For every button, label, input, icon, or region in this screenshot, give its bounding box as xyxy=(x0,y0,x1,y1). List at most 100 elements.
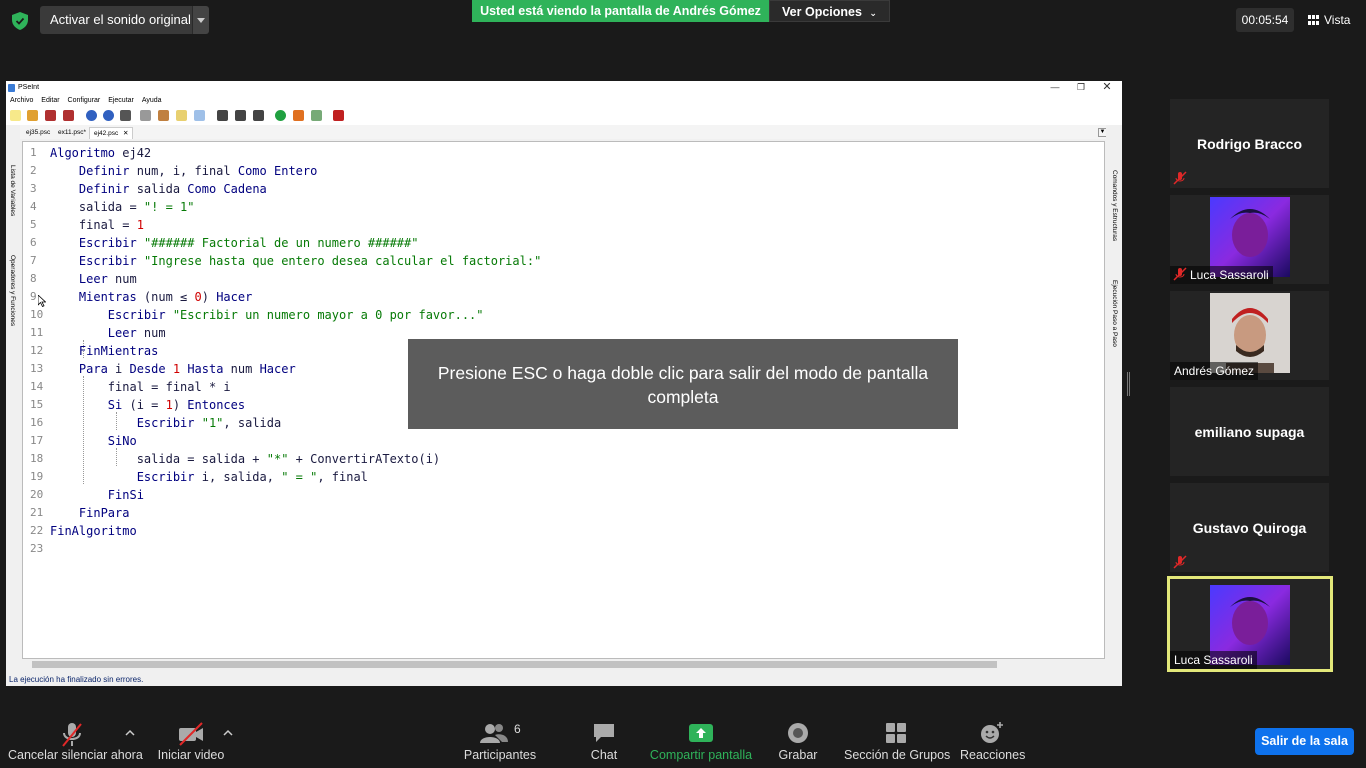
code-line[interactable]: 20 FinSi xyxy=(23,486,1104,504)
help-icon[interactable] xyxy=(333,110,344,121)
mouse-cursor-icon xyxy=(38,295,46,307)
line-number: 1 xyxy=(30,146,37,159)
participant-video xyxy=(1210,197,1290,277)
code-line[interactable]: 2 Definir num, i, final Como Entero xyxy=(23,162,1104,180)
menu-configurar[interactable]: Configurar xyxy=(68,95,101,107)
muted-mic-icon xyxy=(1173,267,1187,281)
line-number: 7 xyxy=(30,254,37,267)
horizontal-scrollbar[interactable] xyxy=(22,659,1105,670)
variables-panel-toggle[interactable]: Lista de Variables xyxy=(9,165,16,216)
replace-icon[interactable] xyxy=(253,110,264,121)
participant-label: Andrés Gómez xyxy=(1170,362,1259,380)
chevron-up-icon[interactable] xyxy=(125,729,135,737)
code-line[interactable]: 21 FinPara xyxy=(23,504,1104,522)
code-line[interactable]: 19 Escribir i, salida, " = ", final xyxy=(23,468,1104,486)
view-button[interactable]: Vista xyxy=(1308,8,1358,32)
menu-archivo[interactable]: Archivo xyxy=(10,95,33,107)
close-tab-icon[interactable]: ✕ xyxy=(123,130,128,137)
search-icon[interactable] xyxy=(194,110,205,121)
flowchart-icon[interactable] xyxy=(311,110,322,121)
operators-panel-toggle[interactable]: Operadores y Funciones xyxy=(9,255,16,326)
record-icon xyxy=(788,723,808,743)
code-text: FinAlgoritmo xyxy=(50,524,137,538)
chevron-up-icon[interactable] xyxy=(223,729,233,737)
undo-icon[interactable] xyxy=(86,110,97,121)
code-line[interactable]: 8 Leer num xyxy=(23,270,1104,288)
run-icon[interactable] xyxy=(275,110,286,121)
original-sound-dropdown[interactable] xyxy=(192,6,209,34)
code-line[interactable]: 22 FinAlgoritmo xyxy=(23,522,1104,540)
active-speaker-tile[interactable]: Luca Sassaroli xyxy=(1167,576,1333,672)
indent-icon[interactable] xyxy=(176,110,187,121)
menu-ejecutar[interactable]: Ejecutar xyxy=(108,95,134,107)
tab-ej42-label: ej42.psc xyxy=(94,130,119,137)
unmute-label: Cancelar silenciar ahora xyxy=(8,748,143,762)
step-icon[interactable] xyxy=(293,110,304,121)
participant-tile[interactable]: Andrés Gómez xyxy=(1170,291,1329,380)
participant-tile[interactable]: emiliano supaga xyxy=(1170,387,1329,476)
unmute-button[interactable]: Cancelar silenciar ahora xyxy=(8,718,143,768)
menu-editar[interactable]: Editar xyxy=(41,95,59,107)
copy-icon[interactable] xyxy=(140,110,151,121)
participants-label: Participantes xyxy=(463,748,537,762)
commands-panel-toggle[interactable]: Comandos y Estructuras xyxy=(1111,170,1118,241)
minimize-icon[interactable]: — xyxy=(1042,81,1068,95)
scrollbar-thumb[interactable] xyxy=(32,661,997,668)
record-button[interactable]: Grabar xyxy=(776,718,820,768)
find-icon[interactable] xyxy=(217,110,228,121)
share-screen-button[interactable]: Compartir pantalla xyxy=(648,718,754,768)
tab-ej35[interactable]: ej35.psc xyxy=(22,127,54,139)
line-number: 4 xyxy=(30,200,37,213)
breakout-rooms-icon xyxy=(886,723,906,743)
code-line[interactable]: 10 Escribir "Escribir un numero mayor a … xyxy=(23,306,1104,324)
participants-button[interactable]: 6 Participantes xyxy=(460,718,540,768)
save-icon[interactable] xyxy=(45,110,56,121)
breakout-rooms-button[interactable]: Sección de Grupos xyxy=(844,718,950,768)
restore-icon[interactable]: ❐ xyxy=(1068,81,1094,95)
participant-tile[interactable]: Luca Sassaroli xyxy=(1170,195,1329,284)
save-as-icon[interactable] xyxy=(63,110,74,121)
find-next-icon[interactable] xyxy=(235,110,246,121)
participant-tile[interactable]: Gustavo Quiroga xyxy=(1170,483,1329,572)
line-number: 20 xyxy=(30,488,44,501)
paste-icon[interactable] xyxy=(158,110,169,121)
code-line[interactable]: 6 Escribir "###### Factorial de un numer… xyxy=(23,234,1104,252)
line-number: 5 xyxy=(30,218,37,231)
code-line[interactable]: 18 salida = salida + "*" + ConvertirATex… xyxy=(23,450,1104,468)
indent-guide xyxy=(83,376,84,484)
view-options-button[interactable]: Ver Opciones ⌄ xyxy=(769,0,890,22)
code-line[interactable]: 7 Escribir "Ingrese hasta que entero des… xyxy=(23,252,1104,270)
leave-room-button[interactable]: Salir de la sala xyxy=(1255,728,1354,755)
step-execution-panel-toggle[interactable]: Ejecución Paso a Paso xyxy=(1111,280,1118,347)
reactions-button[interactable]: Reacciones xyxy=(960,718,1026,768)
line-number: 23 xyxy=(30,542,44,555)
muted-mic-icon xyxy=(62,723,82,747)
left-panel-rail: Lista de Variables Operadores y Funcione… xyxy=(6,125,20,675)
start-video-button[interactable]: Iniciar video xyxy=(156,718,226,768)
code-line[interactable]: 5 final = 1 xyxy=(23,216,1104,234)
code-line[interactable]: 4 salida = "! = 1" xyxy=(23,198,1104,216)
code-line[interactable]: 23 xyxy=(23,540,1104,558)
muted-mic-icon xyxy=(1173,555,1187,569)
close-icon[interactable]: ✕ xyxy=(1094,81,1120,95)
code-line[interactable]: 9 Mientras (num ≤ 0) Hacer xyxy=(23,288,1104,306)
open-folder-icon[interactable] xyxy=(27,110,38,121)
meeting-timer: 00:05:54 xyxy=(1236,8,1294,32)
redo-icon[interactable] xyxy=(103,110,114,121)
code-line[interactable]: 3 Definir salida Como Cadena xyxy=(23,180,1104,198)
new-file-icon[interactable] xyxy=(10,110,21,121)
cut-icon[interactable] xyxy=(120,110,131,121)
reactions-label: Reacciones xyxy=(960,748,1026,762)
code-line[interactable]: 17 SiNo xyxy=(23,432,1104,450)
participant-name: Rodrigo Bracco xyxy=(1196,135,1302,152)
menu-ayuda[interactable]: Ayuda xyxy=(142,95,162,107)
code-line[interactable]: 1 Algoritmo ej42 xyxy=(23,144,1104,162)
panel-resize-grip[interactable] xyxy=(1127,372,1130,396)
chat-button[interactable]: Chat xyxy=(584,718,624,768)
participant-tile[interactable]: Rodrigo Bracco xyxy=(1170,99,1329,188)
original-sound-button[interactable]: Activar el sonido original xyxy=(40,6,192,34)
participant-video xyxy=(1210,293,1290,373)
code-text: Mientras (num ≤ 0) Hacer xyxy=(78,290,253,304)
tab-ej42[interactable]: ej42.psc ✕ xyxy=(89,127,134,139)
tab-ex11[interactable]: ex11.psc* xyxy=(54,127,90,139)
